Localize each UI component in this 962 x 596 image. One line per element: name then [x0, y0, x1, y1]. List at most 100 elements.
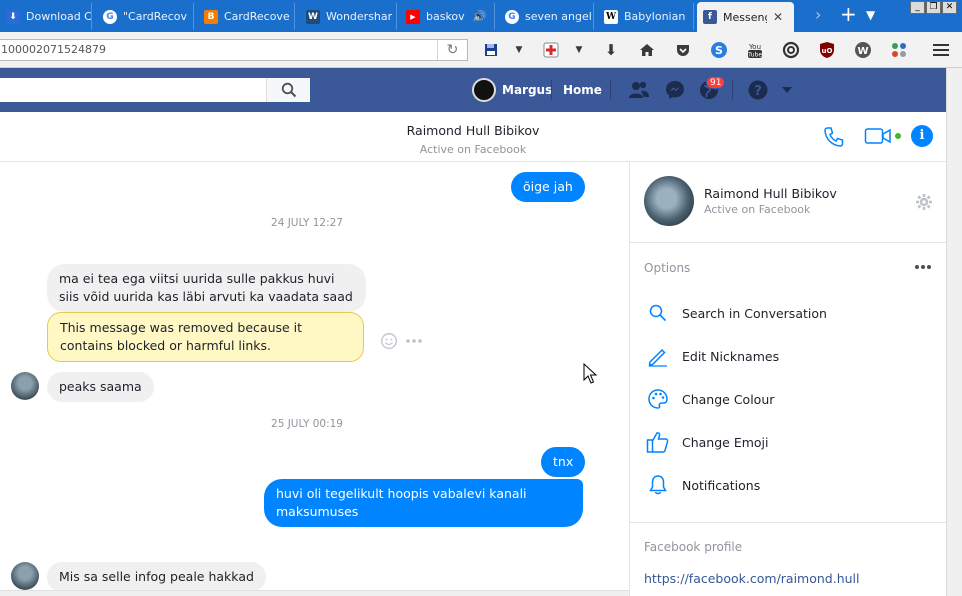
tab-list-chevron-down-icon[interactable]: ▼ [866, 8, 875, 22]
message-more-options-icon[interactable] [405, 337, 423, 345]
save-dropdown-chevron-icon[interactable]: ▼ [510, 41, 528, 59]
browser-tab-2[interactable]: G "CardRecov [97, 3, 194, 30]
home-icon[interactable] [638, 41, 656, 59]
timestamp-divider: 24 JULY 12:27 [271, 217, 343, 229]
tab-title: Wondershar [326, 10, 393, 23]
help-icon[interactable]: ? [747, 79, 769, 101]
save-icon[interactable] [482, 41, 500, 59]
close-tab-icon[interactable]: ✕ [773, 10, 783, 24]
account-menu-chevron-down-icon[interactable] [778, 81, 796, 99]
reload-icon[interactable]: ↻ [437, 40, 467, 60]
user-name: Margus [502, 83, 553, 97]
minimize-window-icon[interactable]: _ [910, 1, 925, 14]
svg-text:uO: uO [822, 47, 833, 55]
avatar [472, 78, 496, 102]
first-aid-icon[interactable] [542, 41, 560, 59]
friend-requests-icon[interactable] [628, 79, 650, 101]
timestamp-divider: 25 JULY 00:19 [271, 418, 343, 430]
hamburger-menu-icon[interactable] [932, 41, 950, 59]
option-label: Search in Conversation [682, 305, 827, 321]
addon-dropdown-chevron-icon[interactable]: ▼ [570, 41, 588, 59]
tab-title: CardRecove [224, 10, 290, 23]
contact-avatar[interactable] [11, 562, 39, 590]
close-window-icon[interactable]: ✕ [942, 1, 957, 14]
wondershare-icon: W [306, 9, 320, 24]
ublock-icon[interactable]: uO [818, 41, 836, 59]
facebook-top-bar: Margus Home ? [0, 68, 946, 112]
svg-text:?: ? [754, 84, 762, 99]
facebook-search-button[interactable] [266, 78, 310, 102]
facebook-profile-header: Facebook profile [644, 540, 743, 554]
message-list-scrollbar[interactable] [0, 590, 629, 596]
extension-puzzle-icon[interactable] [890, 41, 908, 59]
option-change-emoji[interactable]: Change Emoji [646, 429, 769, 455]
contact-name[interactable]: Raimond Hull Bibikov [704, 186, 837, 201]
google-icon: G [103, 9, 117, 24]
facebook-icon: f [703, 10, 717, 24]
skype-icon[interactable]: S [710, 41, 728, 59]
browser-tab-1[interactable]: ⬇ Download C [0, 3, 92, 30]
option-label: Change Emoji [682, 434, 769, 450]
tab-title: seven angel [525, 10, 592, 23]
conversation-info-icon[interactable]: i [911, 125, 933, 147]
tab-title: Babylonian [624, 10, 686, 23]
speaker-icon[interactable]: 🔊 [473, 10, 487, 23]
conversation-title: Raimond Hull Bibikov [406, 123, 540, 138]
home-link[interactable]: Home [563, 83, 602, 97]
conversation-header: Raimond Hull Bibikov Active on Facebook [0, 112, 946, 162]
message-incoming[interactable]: ma ei tea ega viitsi uurida sulle pakkus… [47, 264, 366, 312]
search-icon [646, 301, 670, 325]
maximize-window-icon[interactable]: ❐ [926, 1, 941, 14]
options-more-icon[interactable] [914, 264, 932, 270]
react-emoji-icon[interactable] [380, 332, 398, 350]
options-header[interactable]: Options [644, 261, 690, 275]
browser-tab-7[interactable]: W Babylonian [598, 3, 694, 30]
option-search-in-conversation[interactable]: Search in Conversation [646, 300, 827, 326]
vpn-addon-icon[interactable] [782, 41, 800, 59]
new-tab-icon[interactable]: + [840, 2, 857, 26]
scroll-tabs-right-icon[interactable]: › [815, 5, 821, 24]
option-label: Change Colour [682, 391, 775, 407]
browser-tab-6[interactable]: G seven angel [499, 3, 594, 30]
voice-call-icon[interactable] [822, 125, 846, 149]
option-edit-nicknames[interactable]: Edit Nicknames [646, 343, 779, 369]
option-change-colour[interactable]: Change Colour [646, 386, 774, 412]
contact-status: Active on Facebook [704, 203, 811, 216]
browser-tab-5[interactable]: ▶ baskov 🔊 [400, 3, 495, 30]
message-outgoing[interactable]: õige jah [511, 172, 585, 202]
youtube-icon: ▶ [406, 9, 420, 24]
message-incoming[interactable]: Mis sa selle infog peale hakkad [47, 562, 266, 592]
contact-profile-picture[interactable] [644, 176, 694, 226]
divider [630, 522, 946, 523]
profile-link[interactable]: Margus [472, 78, 552, 102]
messenger-icon[interactable] [664, 79, 686, 101]
wikipedia-icon: W [604, 9, 618, 24]
facebook-search-input[interactable] [0, 78, 266, 102]
page-scrollbar[interactable] [946, 68, 962, 596]
pocket-icon[interactable] [674, 41, 692, 59]
browser-tab-4[interactable]: W Wondershar [300, 3, 397, 30]
search-icon [281, 82, 297, 98]
browser-tab-3[interactable]: B CardRecove [198, 3, 295, 30]
gear-icon[interactable] [915, 193, 933, 211]
url-text: 100002071524879 [1, 43, 106, 56]
web-of-trust-icon[interactable]: W [854, 41, 872, 59]
contact-avatar[interactable] [11, 372, 39, 400]
message-outgoing[interactable]: tnx [541, 447, 586, 477]
browser-tab-active-messenger[interactable]: f Messeng ✕ [697, 2, 794, 32]
svg-text:S: S [715, 44, 723, 57]
url-bar[interactable]: 100002071524879 ↻ [0, 39, 468, 61]
message-outgoing[interactable]: huvi oli tegelikult hoopis vabalevi kana… [264, 479, 583, 527]
option-notifications[interactable]: Notifications [646, 472, 760, 498]
tab-title: "CardRecov [123, 10, 187, 23]
youtube-addon-icon[interactable]: You Tube [746, 41, 764, 59]
bell-icon [646, 473, 670, 497]
video-call-icon[interactable] [864, 126, 892, 146]
message-list[interactable]: õige jah 24 JULY 12:27 ma ei tea ega vii… [0, 162, 629, 596]
message-removed-notice[interactable]: This message was removed because it cont… [47, 312, 364, 362]
message-incoming[interactable]: peaks saama [47, 372, 154, 402]
download-arrow-icon[interactable]: ⬇ [602, 41, 620, 59]
conversation-status: Active on Facebook [419, 143, 527, 156]
conversation-details-panel: Raimond Hull Bibikov Active on Facebook … [630, 162, 946, 596]
facebook-profile-link[interactable]: https://facebook.com/raimond.hull [644, 571, 860, 586]
